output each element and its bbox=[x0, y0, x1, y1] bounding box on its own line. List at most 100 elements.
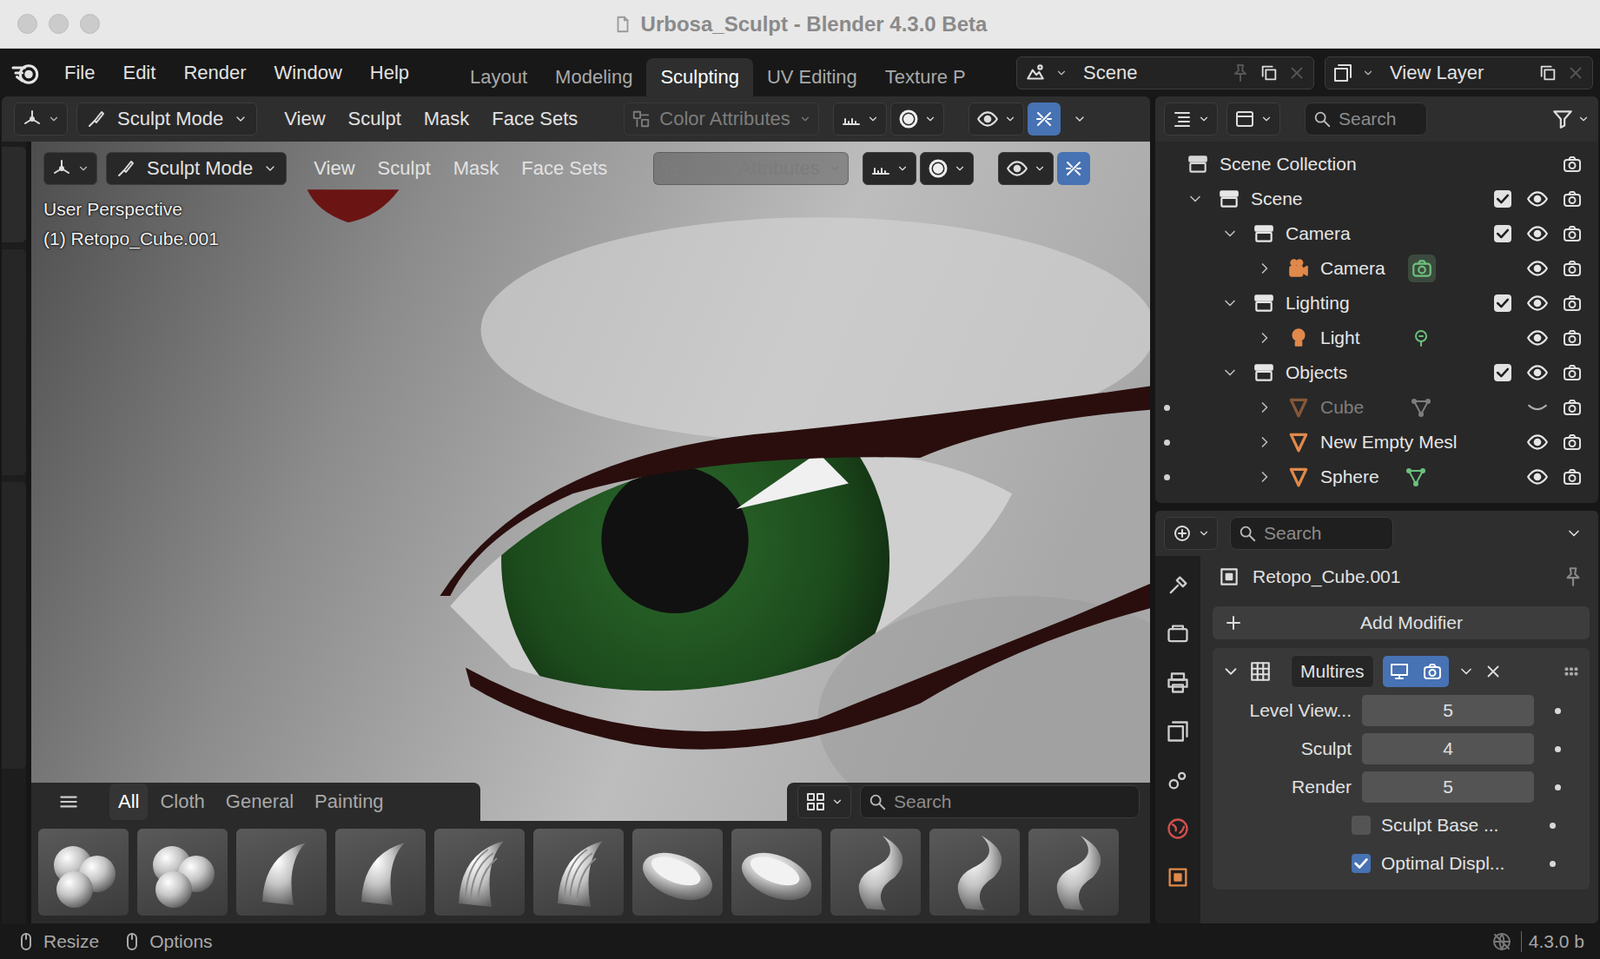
render-camera-icon[interactable] bbox=[1561, 431, 1583, 453]
exclude-checkbox[interactable] bbox=[1494, 294, 1512, 312]
remove-icon[interactable] bbox=[1483, 661, 1503, 681]
search-input[interactable] bbox=[892, 790, 1132, 814]
search-input[interactable] bbox=[1262, 522, 1386, 545]
render-camera-icon[interactable] bbox=[1561, 188, 1583, 210]
editor-type-dropdown[interactable] bbox=[13, 102, 68, 136]
brush-thumbnail[interactable] bbox=[236, 828, 327, 916]
outliner-row[interactable]: Objects bbox=[1155, 355, 1599, 391]
keyframe-dot[interactable] bbox=[1549, 822, 1556, 829]
brush-thumbnail[interactable] bbox=[632, 828, 723, 916]
eye-icon[interactable] bbox=[1526, 430, 1549, 454]
outliner-row[interactable]: Camera bbox=[1155, 216, 1599, 252]
expand-toggle[interactable] bbox=[1256, 259, 1288, 278]
header-menu[interactable]: Face Sets bbox=[480, 102, 589, 136]
eye-icon[interactable] bbox=[1526, 257, 1549, 280]
snapping-dropdown[interactable] bbox=[833, 102, 887, 136]
shelf-tab[interactable]: Painting bbox=[305, 783, 393, 820]
header-menu[interactable]: View bbox=[302, 152, 366, 186]
outliner-row[interactable]: Camera bbox=[1155, 251, 1599, 286]
pin-icon[interactable] bbox=[1561, 565, 1585, 589]
render-camera-icon[interactable] bbox=[1561, 153, 1583, 175]
menu-item[interactable]: Help bbox=[357, 56, 422, 90]
delete-icon[interactable] bbox=[1287, 63, 1307, 83]
brush-thumbnail[interactable] bbox=[1028, 828, 1119, 916]
drag-handle-icon[interactable] bbox=[1561, 661, 1581, 681]
render-camera-icon[interactable] bbox=[1561, 466, 1583, 488]
color-attributes-dropdown[interactable]: Color Attributes bbox=[623, 102, 819, 136]
close-button[interactable] bbox=[17, 13, 38, 34]
render-camera-icon[interactable] bbox=[1561, 327, 1583, 349]
view-layer-icon[interactable] bbox=[1165, 719, 1191, 744]
outliner-row[interactable]: Light bbox=[1155, 320, 1599, 356]
view-layer-selector[interactable]: View Layer bbox=[1324, 56, 1594, 90]
number-field[interactable]: 5 bbox=[1361, 694, 1534, 727]
search-input[interactable] bbox=[1336, 107, 1420, 131]
expanded-icon[interactable] bbox=[1221, 661, 1241, 681]
display-mode-dropdown[interactable] bbox=[1226, 102, 1281, 136]
shelf-tab[interactable]: All bbox=[109, 783, 148, 820]
shelf-tab[interactable]: Cloth bbox=[151, 783, 213, 820]
checkbox[interactable] bbox=[1351, 853, 1371, 873]
expand-toggle[interactable] bbox=[1256, 329, 1288, 347]
editor-type-dropdown[interactable] bbox=[1163, 516, 1218, 550]
scene-icon[interactable] bbox=[1165, 767, 1191, 793]
brush-thumbnail[interactable] bbox=[929, 828, 1020, 916]
mirror-toggle[interactable] bbox=[1027, 102, 1061, 136]
header-menu[interactable]: Face Sets bbox=[509, 152, 619, 186]
eye-icon[interactable] bbox=[1526, 187, 1549, 211]
show-in-render-toggle[interactable] bbox=[1415, 655, 1449, 688]
brush-falloff-dropdown[interactable] bbox=[919, 152, 974, 186]
scene-selector[interactable]: Scene bbox=[1016, 56, 1315, 90]
brush-thumbnail[interactable] bbox=[434, 828, 525, 916]
render-camera-icon[interactable] bbox=[1561, 257, 1583, 279]
world-icon[interactable] bbox=[1165, 816, 1191, 841]
eye-icon[interactable] bbox=[1526, 361, 1549, 384]
expand-toggle[interactable] bbox=[1256, 468, 1288, 486]
mesh-data-icon[interactable] bbox=[1410, 396, 1432, 418]
overlay-dropdown[interactable] bbox=[998, 152, 1054, 186]
keyframe-dot[interactable] bbox=[1554, 707, 1561, 715]
mode-dropdown[interactable]: Sculpt Mode bbox=[105, 152, 287, 186]
exclude-checkbox[interactable] bbox=[1494, 224, 1512, 243]
outliner-row[interactable]: Lighting bbox=[1155, 285, 1599, 321]
menu-item[interactable]: Window bbox=[262, 56, 355, 90]
outliner-row[interactable]: Sphere bbox=[1155, 459, 1599, 495]
expand-toggle[interactable] bbox=[1256, 398, 1288, 417]
zoom-button[interactable] bbox=[79, 13, 100, 34]
delete-icon[interactable] bbox=[1566, 63, 1586, 83]
pin-icon[interactable] bbox=[1229, 62, 1251, 84]
workspace-tab[interactable]: Sculpting bbox=[646, 58, 754, 97]
workspace-tab[interactable]: Texture P bbox=[871, 58, 980, 97]
brush-thumbnail[interactable] bbox=[38, 828, 129, 916]
keyframe-dot[interactable] bbox=[1554, 784, 1561, 791]
edit-mode-dot[interactable] bbox=[1163, 404, 1171, 411]
brush-thumbnail[interactable] bbox=[533, 828, 624, 916]
overlay-dropdown[interactable] bbox=[968, 102, 1025, 136]
render-camera-icon[interactable] bbox=[1561, 362, 1583, 384]
modifier-name-field[interactable]: Multires bbox=[1290, 654, 1375, 688]
add-modifier-button[interactable]: Add Modifier bbox=[1212, 606, 1590, 640]
chevron-down-icon[interactable] bbox=[1457, 662, 1475, 681]
tool-icon[interactable] bbox=[1165, 573, 1191, 598]
output-icon[interactable] bbox=[1165, 670, 1191, 695]
brush-thumbnail[interactable] bbox=[335, 828, 426, 916]
eye-icon[interactable] bbox=[1526, 291, 1549, 315]
chevron-down-icon[interactable] bbox=[1072, 112, 1087, 126]
render-camera-icon[interactable] bbox=[1561, 292, 1583, 314]
mirror-toggle[interactable] bbox=[1057, 152, 1091, 186]
light-data-icon[interactable] bbox=[1410, 327, 1432, 349]
eye-icon[interactable] bbox=[1526, 326, 1549, 350]
outliner-row[interactable]: New Empty Mesl bbox=[1155, 424, 1599, 460]
header-menu[interactable]: Mask bbox=[412, 102, 482, 136]
editor-type-dropdown[interactable] bbox=[43, 152, 98, 186]
workspace-tab[interactable]: UV Editing bbox=[753, 58, 872, 97]
brush-thumbnail[interactable] bbox=[137, 828, 228, 916]
menu-item[interactable]: File bbox=[52, 56, 107, 90]
expand-toggle[interactable] bbox=[1256, 433, 1288, 451]
3d-viewport[interactable]: Sculpt ModeViewSculptMaskFace SetsColor … bbox=[31, 141, 1151, 924]
keyframe-dot[interactable] bbox=[1549, 860, 1556, 867]
editor-type-dropdown[interactable] bbox=[1163, 102, 1218, 136]
minimize-button[interactable] bbox=[48, 13, 69, 34]
expand-toggle[interactable] bbox=[1221, 224, 1253, 243]
search-field[interactable] bbox=[1304, 102, 1428, 136]
